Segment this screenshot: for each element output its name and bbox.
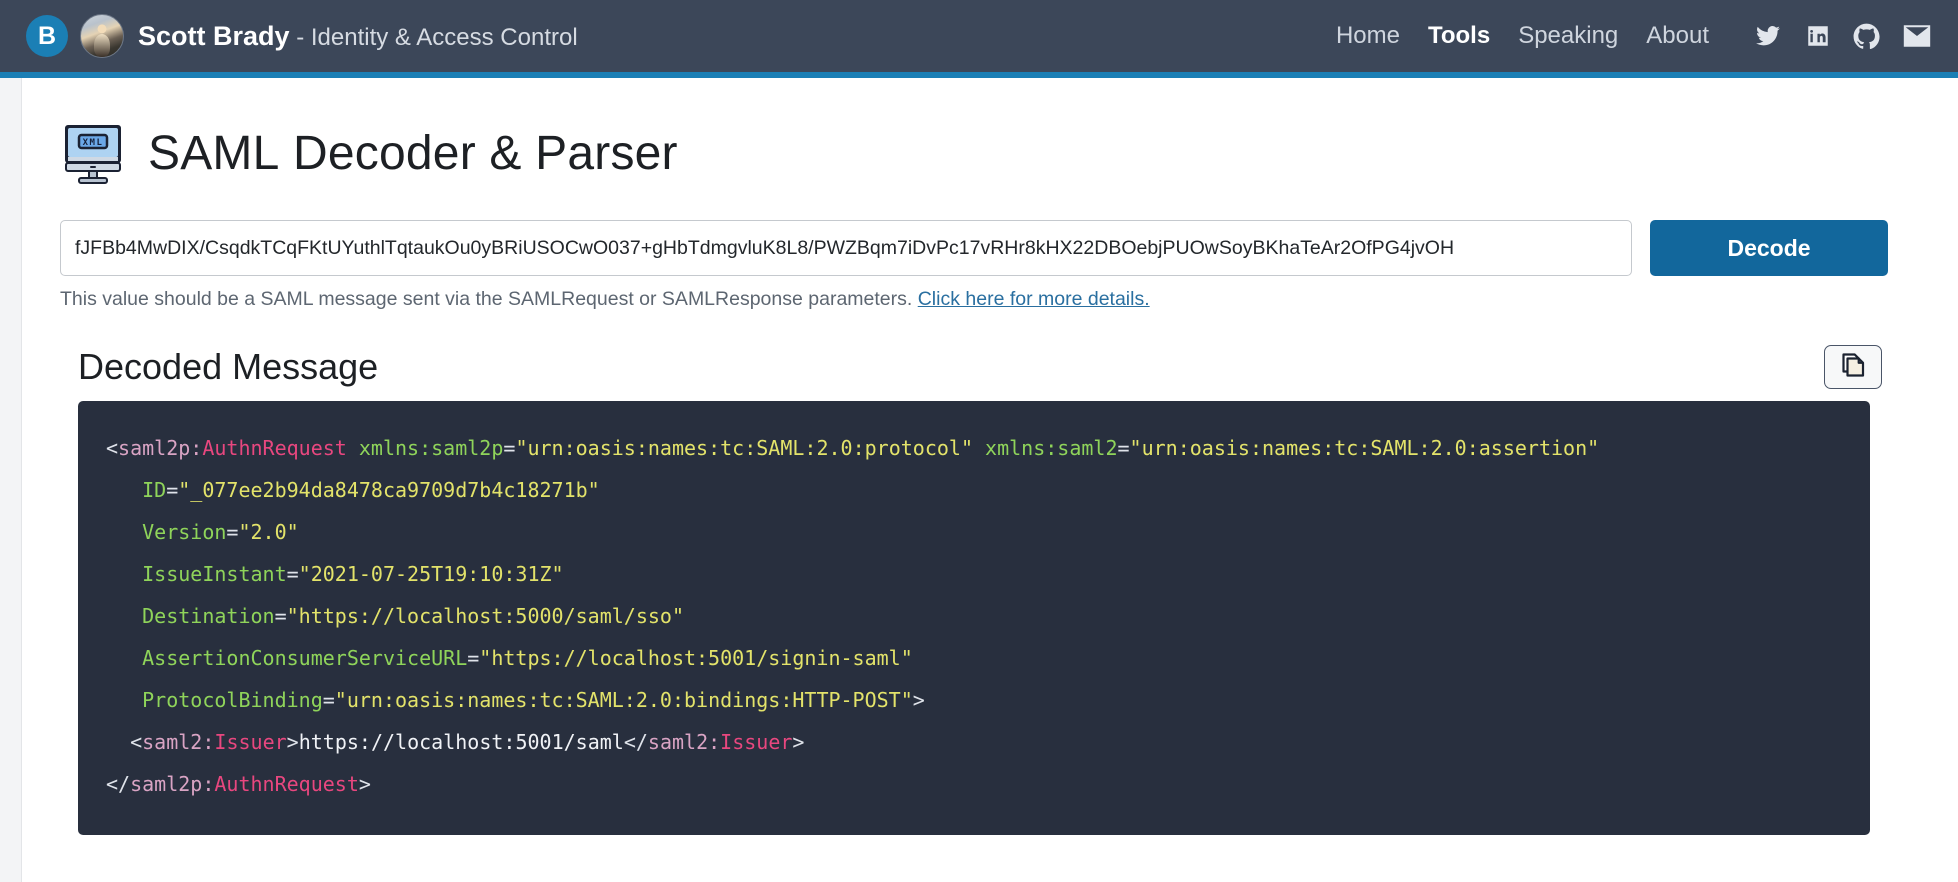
brand[interactable]: B Scott Brady - Identity & Access Contro… (26, 14, 578, 58)
xml-issuer-open: < (130, 730, 143, 754)
xml-attr-xmlns-saml2p-value: "urn:oasis:names:tc:SAML:2.0:protocol" (515, 436, 973, 460)
xml-attr-acs-url: AssertionConsumerServiceURL (142, 646, 468, 670)
more-details-link[interactable]: Click here for more details. (918, 288, 1150, 310)
xml-attr-version-value: "2.0" (238, 520, 299, 544)
nav-item-home[interactable]: Home (1336, 22, 1400, 50)
page-shell: XML SAML Decoder & Parser Decode This va… (0, 78, 1958, 882)
xml-issuer-name: Issuer (214, 730, 287, 754)
site-header: B Scott Brady - Identity & Access Contro… (0, 0, 1958, 72)
help-text: This value should be a SAML message sent… (60, 288, 1888, 311)
page-title: SAML Decoder & Parser (148, 126, 678, 181)
nav-item-tools[interactable]: Tools (1428, 22, 1490, 50)
brand-name-text: Scott Brady (138, 20, 290, 51)
xml-issuer-close-gt: > (792, 730, 805, 754)
xml-open-tag-close: > (912, 688, 925, 712)
brand-name: Scott Brady - Identity & Access Control (138, 21, 578, 52)
twitter-icon[interactable] (1753, 23, 1783, 49)
xml-attr-version: Version (142, 520, 227, 544)
xml-close-ns: saml2p (130, 772, 203, 796)
xml-attr-id-value: "_077ee2b94da8478ca9709d7b4c18271b" (178, 478, 600, 502)
decoded-xml-block: <saml2p:AuthnRequest xmlns:saml2p="urn:o… (78, 401, 1870, 835)
decode-form: Decode (60, 220, 1888, 276)
xml-line1-tag-name: AuthnRequest (202, 436, 347, 460)
left-rail (0, 78, 22, 882)
xml-attr-protocolbinding-value: "urn:oasis:names:tc:SAML:2.0:bindings:HT… (334, 688, 913, 712)
main-content: XML SAML Decoder & Parser Decode This va… (0, 78, 1958, 835)
saml-input[interactable] (60, 220, 1632, 276)
nav-item-speaking[interactable]: Speaking (1518, 22, 1618, 50)
xml-attr-issueinstant: IssueInstant (142, 562, 287, 586)
xml-issuer-gt: > (286, 730, 299, 754)
xml-close-gt: > (358, 772, 371, 796)
page-title-row: XML SAML Decoder & Parser (60, 122, 1888, 184)
decode-button[interactable]: Decode (1650, 220, 1888, 276)
xml-close-open: </ (106, 772, 131, 796)
xml-line1-tag-ns: saml2p (118, 436, 191, 460)
copy-button[interactable] (1824, 345, 1882, 389)
xml-attr-acs-url-value: "https://localhost:5001/signin-saml" (479, 646, 913, 670)
social-links (1753, 23, 1932, 50)
xml-attr-id: ID (142, 478, 167, 502)
brand-tagline: - Identity & Access Control (289, 23, 578, 51)
xml-attr-xmlns-saml2: xmlns:saml2 (985, 436, 1118, 460)
xml-issuer-sep: : (202, 730, 215, 754)
xml-close-sep: : (202, 772, 215, 796)
decoded-message-heading: Decoded Message (78, 346, 379, 387)
avatar (80, 14, 124, 58)
xml-attr-destination: Destination (142, 604, 275, 628)
page-title-strong: SAML (148, 126, 280, 180)
xml-issuer-close-name: Issuer (720, 730, 793, 754)
nav-item-about[interactable]: About (1646, 22, 1709, 50)
xml-monitor-icon: XML (60, 122, 126, 184)
decoded-header: Decoded Message (60, 345, 1888, 389)
copy-icon (1841, 352, 1865, 383)
email-icon[interactable] (1902, 24, 1932, 48)
page-title-rest: Decoder & Parser (279, 126, 678, 180)
github-icon[interactable] (1853, 23, 1880, 50)
xml-close-name: AuthnRequest (214, 772, 359, 796)
help-text-body: This value should be a SAML message sent… (60, 288, 918, 310)
svg-text:XML: XML (83, 138, 104, 148)
xml-attr-protocolbinding: ProtocolBinding (142, 688, 323, 712)
site-logo-icon[interactable]: B (26, 15, 68, 57)
xml-line1-tag-sep: : (190, 436, 203, 460)
xml-attr-xmlns-saml2-value: "urn:oasis:names:tc:SAML:2.0:assertion" (1129, 436, 1600, 460)
xml-issuer-close-sep: : (708, 730, 721, 754)
xml-issuer-close-ns: saml2 (647, 730, 709, 754)
xml-attr-xmlns-saml2p: xmlns:saml2p (358, 436, 504, 460)
xml-issuer-text: https://localhost:5001/saml (298, 730, 624, 754)
xml-issuer-close-open: </ (623, 730, 648, 754)
xml-issuer-ns: saml2 (142, 730, 203, 754)
main-nav: Home Tools Speaking About (1336, 22, 1932, 50)
linkedin-icon[interactable] (1805, 23, 1831, 49)
xml-attr-issueinstant-value: "2021-07-25T19:10:31Z" (298, 562, 564, 586)
xml-attr-destination-value: "https://localhost:5000/saml/sso" (286, 604, 684, 628)
xml-line1-open: < (106, 436, 119, 460)
